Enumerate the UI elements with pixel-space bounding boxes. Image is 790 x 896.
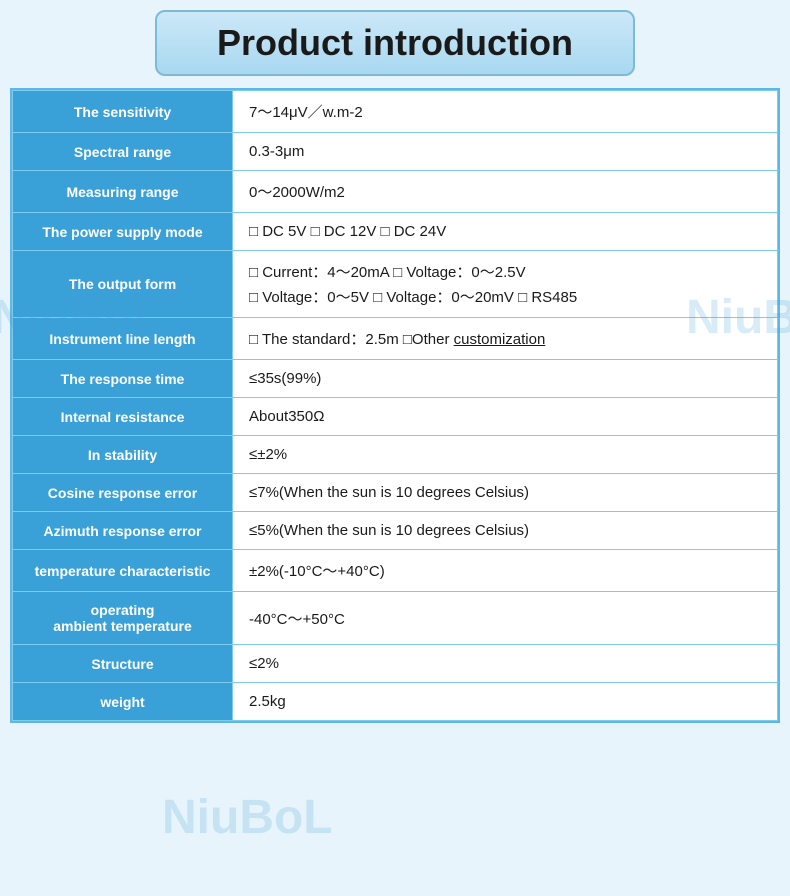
row-label: Instrument line length	[13, 318, 233, 360]
row-value: ≤5%(When the sun is 10 degrees Celsius)	[233, 512, 778, 550]
row-label: Azimuth response error	[13, 512, 233, 550]
row-value: □ Current：4～20mA □ Voltage：0～2.5V□ Volta…	[233, 251, 778, 318]
table-row: temperature characteristic±2%(-10°C～+40°…	[13, 550, 778, 592]
table-row: weight2.5kg	[13, 683, 778, 721]
table-row: Spectral range0.3-3μm	[13, 133, 778, 171]
table-row: The output form□ Current：4～20mA □ Voltag…	[13, 251, 778, 318]
row-label: operating ambient temperature	[13, 592, 233, 645]
row-value: ≤35s(99%)	[233, 360, 778, 398]
table-row: The sensitivity7～14μV／w.m-2	[13, 91, 778, 133]
table-row: Internal resistanceAbout350Ω	[13, 398, 778, 436]
product-table: The sensitivity7～14μV／w.m-2Spectral rang…	[12, 90, 778, 721]
row-label: The output form	[13, 251, 233, 318]
row-label: In stability	[13, 436, 233, 474]
row-label: Internal resistance	[13, 398, 233, 436]
row-value: ≤7%(When the sun is 10 degrees Celsius)	[233, 474, 778, 512]
row-value: ≤2%	[233, 645, 778, 683]
row-value: 0～2000W/m2	[233, 171, 778, 213]
row-label: The power supply mode	[13, 213, 233, 251]
row-value: About350Ω	[233, 398, 778, 436]
table-row: Structure≤2%	[13, 645, 778, 683]
row-label: Cosine response error	[13, 474, 233, 512]
row-value: 7～14μV／w.m-2	[233, 91, 778, 133]
table-row: Azimuth response error≤5%(When the sun i…	[13, 512, 778, 550]
row-label: Structure	[13, 645, 233, 683]
row-value: ±2%(-10°C～+40°C)	[233, 550, 778, 592]
table-row: The power supply mode□ DC 5V □ DC 12V □ …	[13, 213, 778, 251]
table-row: In stability≤±2%	[13, 436, 778, 474]
table-row: Cosine response error≤7%(When the sun is…	[13, 474, 778, 512]
table-row: Measuring range0～2000W/m2	[13, 171, 778, 213]
row-label: temperature characteristic	[13, 550, 233, 592]
table-row: operating ambient temperature-40°C～+50°C	[13, 592, 778, 645]
row-value: -40°C～+50°C	[233, 592, 778, 645]
row-label: The response time	[13, 360, 233, 398]
watermark-bottom: NiuBoL	[162, 790, 333, 845]
row-value: 0.3-3μm	[233, 133, 778, 171]
row-label: Spectral range	[13, 133, 233, 171]
row-value: 2.5kg	[233, 683, 778, 721]
row-label: Measuring range	[13, 171, 233, 213]
page-title: Product introduction	[155, 10, 635, 76]
row-value: □ DC 5V □ DC 12V □ DC 24V	[233, 213, 778, 251]
row-label: weight	[13, 683, 233, 721]
row-value: □ The standard：2.5m □Other customization	[233, 318, 778, 360]
row-label: The sensitivity	[13, 91, 233, 133]
row-value: ≤±2%	[233, 436, 778, 474]
table-row: The response time≤35s(99%)	[13, 360, 778, 398]
table-row: Instrument line length□ The standard：2.5…	[13, 318, 778, 360]
